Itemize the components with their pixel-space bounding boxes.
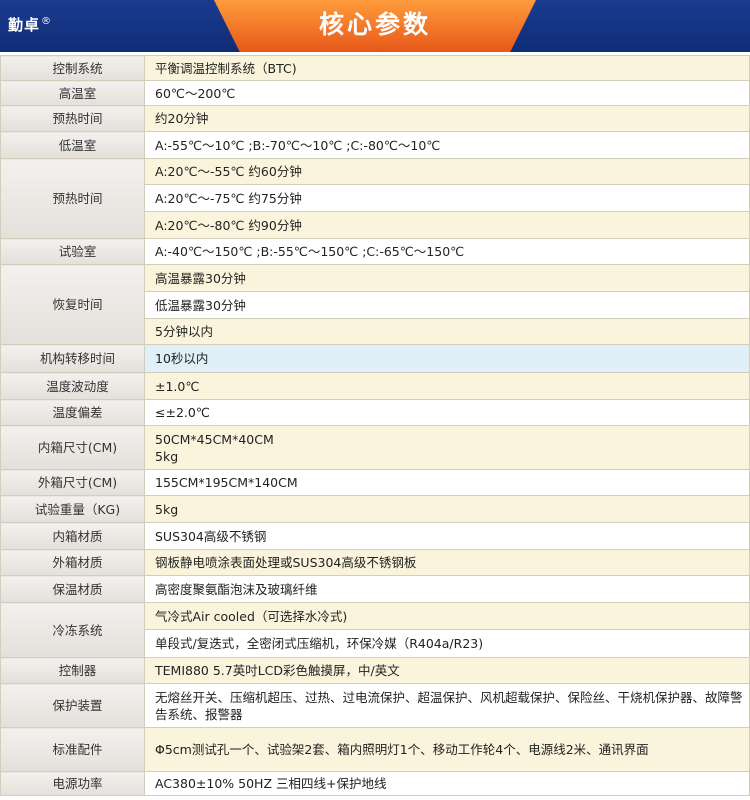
table-row: 保护装置 无熔丝开关、压缩机超压、过热、过电流保护、超温保护、风机超载保护、保险丝…	[0, 683, 750, 728]
param-label: 保护装置	[0, 683, 145, 728]
param-value: Φ5cm测试孔一个、试验架2套、箱内照明灯1个、移动工作轮4个、电源线2米、通讯…	[144, 727, 750, 772]
header-banner: 勤卓® 核心参数	[0, 0, 750, 52]
param-label: 温度偏差	[0, 399, 145, 426]
param-value: A:20℃～-75℃ 约75分钟	[144, 184, 750, 212]
param-label: 温度波动度	[0, 372, 145, 400]
table-row: 控制系统 平衡调温控制系统（BTC)	[0, 55, 750, 81]
param-label: 高温室	[0, 80, 145, 106]
param-value: 高温暴露30分钟	[144, 264, 750, 292]
table-row: 外箱尺寸(CM) 155CM*195CM*140CM	[0, 469, 750, 496]
param-label: 保温材质	[0, 575, 145, 603]
table-row: 预热时间 约20分钟	[0, 105, 750, 132]
table-row: 温度波动度 ±1.0℃	[0, 372, 750, 400]
parameter-table-body: 控制系统 平衡调温控制系统（BTC) 高温室 60℃～200℃ 预热时间 约20分钟 低温室…	[0, 55, 750, 796]
table-row: 低温室 A:-55℃～10℃ ;B:-70℃～10℃ ;C:-80℃～10℃	[0, 131, 750, 159]
param-label: 冷冻系统	[0, 602, 145, 658]
param-label: 恢复时间	[0, 264, 145, 345]
param-label: 试验室	[0, 238, 145, 265]
param-label: 预热时间	[0, 158, 145, 239]
param-value: SUS304高级不锈钢	[144, 522, 750, 550]
table-row: 外箱材质 钢板静电喷涂表面处理或SUS304高级不锈钢板	[0, 549, 750, 576]
param-value: A:20℃～-80℃ 约90分钟	[144, 211, 750, 239]
table-row: 电源功率 AC380±10% 50HZ 三相四线+保护地线	[0, 771, 750, 796]
param-label: 控制器	[0, 657, 145, 684]
param-value: 60℃～200℃	[144, 80, 750, 106]
table-row: 高温室 60℃～200℃	[0, 80, 750, 106]
param-value: A:-55℃～10℃ ;B:-70℃～10℃ ;C:-80℃～10℃	[144, 131, 750, 159]
param-label: 标准配件	[0, 727, 145, 772]
param-label: 外箱材质	[0, 549, 145, 576]
table-row: 机构转移时间 10秒以内	[0, 344, 750, 373]
table-row: 控制器 TEMI880 5.7英吋LCD彩色触摸屏，中/英文	[0, 657, 750, 684]
param-value: 单段式/复迭式，全密闭式压缩机，环保冷媒（R404a/R23)	[144, 629, 750, 658]
param-value: 高密度聚氨酯泡沫及玻璃纤维	[144, 575, 750, 603]
table-row: 保温材质 高密度聚氨酯泡沫及玻璃纤维	[0, 575, 750, 603]
param-value: ≤±2.0℃	[144, 399, 750, 426]
table-row: 内箱材质 SUS304高级不锈钢	[0, 522, 750, 550]
table-row: 试验重量（KG) 5kg	[0, 495, 750, 523]
table-row: 内箱尺寸(CM) 50CM*45CM*40CM 5kg	[0, 425, 750, 470]
param-label: 外箱尺寸(CM)	[0, 469, 145, 496]
param-label: 电源功率	[0, 771, 145, 796]
param-value: 10秒以内	[144, 344, 750, 373]
param-value: 155CM*195CM*140CM	[144, 469, 750, 496]
param-value: 气冷式Air cooled（可选择水冷式)	[144, 602, 750, 630]
param-label: 内箱尺寸(CM)	[0, 425, 145, 470]
param-value: 5kg	[144, 495, 750, 523]
param-value: TEMI880 5.7英吋LCD彩色触摸屏，中/英文	[144, 657, 750, 684]
param-label: 内箱材质	[0, 522, 145, 550]
param-label: 机构转移时间	[0, 344, 145, 373]
table-row: 恢复时间 高温暴露30分钟	[0, 264, 750, 345]
param-value: 钢板静电喷涂表面处理或SUS304高级不锈钢板	[144, 549, 750, 576]
param-value: 5分钟以内	[144, 318, 750, 345]
page-title: 核心参数	[318, 10, 431, 39]
table-row: 冷冻系统 气冷式Air cooled（可选择水冷式)	[0, 602, 750, 658]
param-label: 预热时间	[0, 105, 145, 132]
param-label: 试验重量（KG)	[0, 495, 145, 523]
param-value: 平衡调温控制系统（BTC)	[144, 55, 750, 81]
param-label: 控制系统	[0, 55, 145, 81]
param-value: A:20℃～-55℃ 约60分钟	[144, 158, 750, 185]
table-row: 标准配件 Φ5cm测试孔一个、试验架2套、箱内照明灯1个、移动工作轮4个、电源线2…	[0, 727, 750, 772]
param-value: A:-40℃～150℃ ;B:-55℃～150℃ ;C:-65℃～150℃	[144, 238, 750, 265]
param-value: AC380±10% 50HZ 三相四线+保护地线	[144, 771, 750, 796]
param-value: ±1.0℃	[144, 372, 750, 400]
brand-logo: 勤卓®	[8, 16, 53, 34]
param-value: 低温暴露30分钟	[144, 291, 750, 319]
table-row: 试验室 A:-40℃～150℃ ;B:-55℃～150℃ ;C:-65℃～150℃	[0, 238, 750, 265]
table-row: 预热时间 A:20℃～-55℃ 约60分钟	[0, 158, 750, 239]
table-row: 温度偏差 ≤±2.0℃	[0, 399, 750, 426]
param-label: 低温室	[0, 131, 145, 159]
param-value: 50CM*45CM*40CM 5kg	[144, 425, 750, 470]
param-value: 约20分钟	[144, 105, 750, 132]
param-value: 无熔丝开关、压缩机超压、过热、过电流保护、超温保护、风机超载保护、保险丝、干烧机…	[144, 683, 750, 728]
parameter-table: 控制系统 平衡调温控制系统（BTC) 高温室 60℃～200℃ 预热时间 约20分钟 低温室…	[0, 55, 750, 796]
